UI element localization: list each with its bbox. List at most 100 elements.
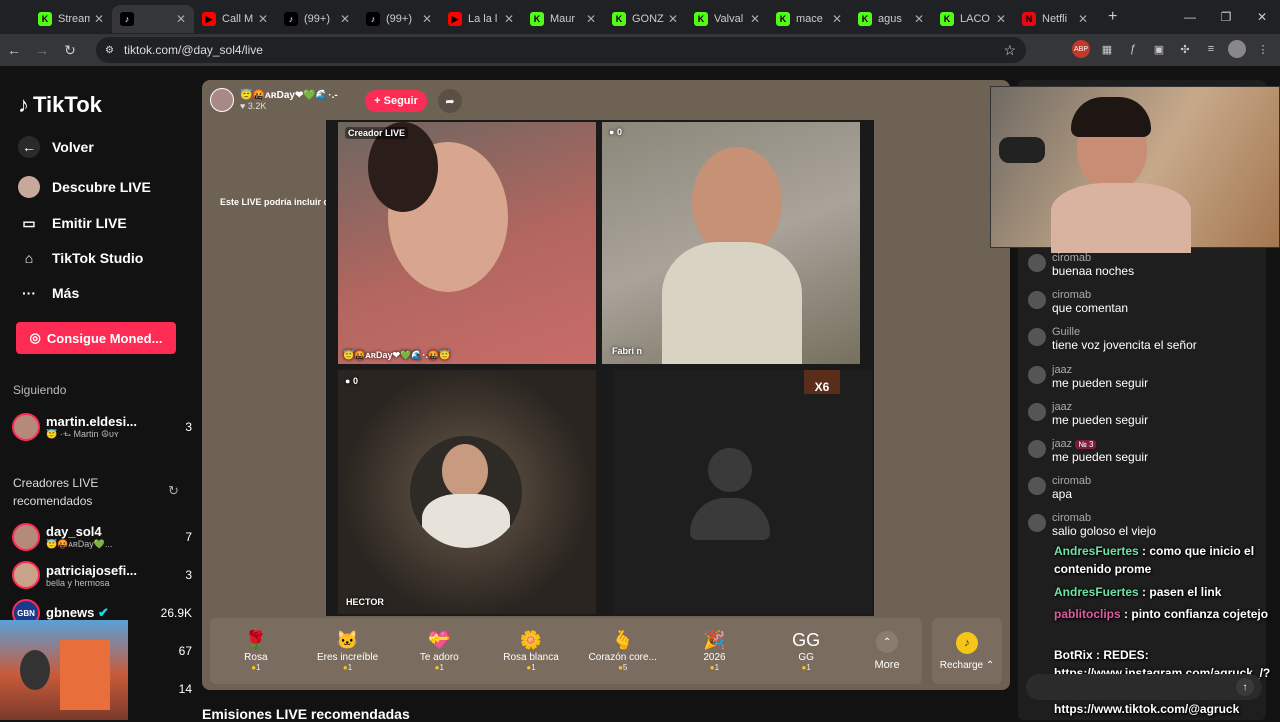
extension-icon[interactable]: ƒ xyxy=(1124,40,1142,58)
puzzle-icon[interactable]: ✣ xyxy=(1176,40,1194,58)
chat-username[interactable]: jaaz xyxy=(1052,364,1072,376)
media-icon[interactable]: ≡ xyxy=(1202,40,1220,58)
extension-icon[interactable]: ▦ xyxy=(1098,40,1116,58)
browser-tab[interactable]: K Stream ✕ xyxy=(30,5,112,33)
browser-tab[interactable]: K GONZ ✕ xyxy=(604,5,686,33)
tab-title: La la l xyxy=(468,13,498,25)
url-field[interactable]: ⚙ tiktok.com/@day_sol4/live ☆ xyxy=(96,37,1026,63)
chat-avatar[interactable] xyxy=(1028,477,1046,496)
browser-tab[interactable]: Kmace ✕ xyxy=(768,5,850,33)
minimize-icon[interactable]: — xyxy=(1172,0,1208,34)
adblock-icon[interactable]: ABP xyxy=(1072,40,1090,58)
chat-avatar[interactable] xyxy=(1028,402,1046,421)
menu-item-tiktok-studio[interactable]: ⌂ TikTok Studio xyxy=(18,247,144,269)
new-tab-icon[interactable]: + xyxy=(1108,8,1117,26)
tiktok-logo[interactable]: ♪ TikTok xyxy=(18,92,102,118)
browser-tab[interactable]: K Maur ✕ xyxy=(522,5,604,33)
browser-tab[interactable]: K Valval ✕ xyxy=(686,5,768,33)
tab-close-icon[interactable]: ✕ xyxy=(668,12,678,26)
browser-tab[interactable]: ▶ La la l ✕ xyxy=(440,5,522,33)
browser-tab[interactable]: Kagus ✕ xyxy=(850,5,932,33)
following-item[interactable]: martin.eldesi... 😇 ·+̶· Martin ☮ᴜʏ 3 xyxy=(12,409,192,445)
menu-item-mas[interactable]: ··· Más xyxy=(18,282,79,304)
gift-item[interactable]: 💝 Te adoro ●1 xyxy=(393,618,485,684)
tab-close-icon[interactable]: ✕ xyxy=(94,12,104,26)
send-icon[interactable]: ↑ xyxy=(1236,678,1254,696)
browser-tab[interactable]: ▶ Call M ✕ xyxy=(194,5,276,33)
chat-avatar[interactable] xyxy=(1028,440,1046,458)
more-gifts-button[interactable]: ⌃ More xyxy=(852,618,922,684)
tab-close-icon[interactable]: ✕ xyxy=(832,12,842,26)
host-info[interactable]: 😇🤬ᴀʀDay❤💚🌊·.- ♥ 3.2K xyxy=(210,88,338,112)
back-label: Volver xyxy=(52,139,94,155)
empty-guest-slot[interactable]: X6 xyxy=(614,370,872,614)
restore-icon[interactable]: ❐ xyxy=(1208,0,1244,34)
gift-item[interactable]: 🫰 Corazón core... ●5 xyxy=(577,618,669,684)
tab-close-icon[interactable]: ✕ xyxy=(176,12,186,26)
get-coins-button[interactable]: ◎ Consigue Moned... xyxy=(16,322,176,354)
recommended-item[interactable]: day_sol4 😇🤬ᴀʀDay💚... 7 xyxy=(12,519,192,555)
chat-avatar[interactable] xyxy=(1028,291,1046,310)
chat-input[interactable]: ↑ xyxy=(1026,674,1262,700)
menu-item-emitir-live[interactable]: ▭ Emitir LIVE xyxy=(18,212,126,234)
chat-username[interactable]: Guille xyxy=(1052,326,1080,338)
close-window-icon[interactable]: ✕ xyxy=(1244,0,1280,34)
chat-avatar[interactable] xyxy=(1028,328,1046,347)
refresh-icon[interactable]: ↻ xyxy=(168,483,179,499)
tab-close-icon[interactable]: ✕ xyxy=(504,12,514,26)
gift-item[interactable]: 🌼 Rosa blanca ●1 xyxy=(485,618,577,684)
gift-item[interactable]: GG GG ●1 xyxy=(760,618,852,684)
chat-username[interactable]: jaaz xyxy=(1052,438,1072,450)
chat-avatar[interactable] xyxy=(1028,254,1046,272)
host-avatar[interactable] xyxy=(210,88,234,112)
guest-name: HECTOR xyxy=(346,597,384,607)
bookmark-star-icon[interactable]: ☆ xyxy=(1003,42,1016,59)
browser-tab[interactable]: ♪ (99+) ✕ xyxy=(358,5,440,33)
chat-avatar[interactable] xyxy=(1028,514,1046,533)
recommended-item[interactable]: patriciajosefi... bella y hermosa 3 xyxy=(12,557,192,593)
tab-close-icon[interactable]: ✕ xyxy=(422,12,432,26)
gift-item[interactable]: 🌹 Rosa ●1 xyxy=(210,618,302,684)
browser-tab[interactable]: K LACO ✕ xyxy=(932,5,1014,33)
chat-username[interactable]: ciromab xyxy=(1052,289,1091,301)
extension-icon[interactable]: ▣ xyxy=(1150,40,1168,58)
recommended-title: Creadores LIVE recomendados xyxy=(13,476,99,508)
profile-avatar[interactable] xyxy=(1228,40,1246,58)
chat-username[interactable]: ciromab xyxy=(1052,252,1091,264)
forward-icon[interactable]: → xyxy=(28,42,56,58)
tab-close-icon[interactable]: ✕ xyxy=(586,12,596,26)
back-icon[interactable]: ← xyxy=(0,42,28,58)
guest-video[interactable]: ● 0 Fabri n xyxy=(602,122,860,364)
site-info-icon[interactable]: ⚙ xyxy=(105,45,114,56)
tab-close-icon[interactable]: ✕ xyxy=(340,12,350,26)
coin-icon: ◎ xyxy=(29,330,41,345)
reload-icon[interactable]: ↻ xyxy=(56,42,84,59)
gift-item[interactable]: 🐱 Eres increíble ●1 xyxy=(302,618,394,684)
multi-guest-grid: Creador LIVE 😇🤬ᴀʀDay❤💚🌊·.🤬😇 ● 0 Fabri n … xyxy=(326,120,874,616)
host-video[interactable]: Creador LIVE 😇🤬ᴀʀDay❤💚🌊·.🤬😇 xyxy=(338,122,596,364)
chat-username[interactable]: ciromab xyxy=(1052,512,1091,524)
avatar xyxy=(12,413,40,441)
share-icon[interactable]: ➦ xyxy=(438,89,462,113)
gift-price: ●1 xyxy=(709,663,720,672)
menu-item-descubre-live[interactable]: Descubre LIVE xyxy=(18,176,151,198)
gift-price: ●5 xyxy=(618,663,628,672)
follow-button[interactable]: + Seguir xyxy=(365,90,427,112)
guest-video[interactable]: ● 0 HECTOR xyxy=(338,370,596,614)
chat-text: me pueden seguir xyxy=(1052,450,1149,464)
tab-close-icon[interactable]: ✕ xyxy=(258,12,268,26)
chat-username[interactable]: jaaz xyxy=(1052,401,1072,413)
tab-close-icon[interactable]: ✕ xyxy=(750,12,760,26)
chat-username[interactable]: ciromab xyxy=(1052,475,1091,487)
tab-close-icon[interactable]: ✕ xyxy=(996,12,1006,26)
gift-item[interactable]: 🎉 2026 ●1 xyxy=(669,618,761,684)
browser-tab[interactable]: ♪ (99+) ✕ xyxy=(276,5,358,33)
chat-avatar[interactable] xyxy=(1028,365,1046,384)
tab-close-icon[interactable]: ✕ xyxy=(914,12,924,26)
back-link[interactable]: ← Volver xyxy=(18,136,94,158)
recharge-button[interactable]: ♪ Recharge ⌃ xyxy=(932,618,1002,684)
browser-tab[interactable]: ♪ ✕ xyxy=(112,5,194,33)
browser-tab[interactable]: N Netfli ✕ xyxy=(1014,5,1096,33)
tab-close-icon[interactable]: ✕ xyxy=(1078,12,1088,26)
menu-kebab-icon[interactable]: ⋮ xyxy=(1254,40,1272,58)
